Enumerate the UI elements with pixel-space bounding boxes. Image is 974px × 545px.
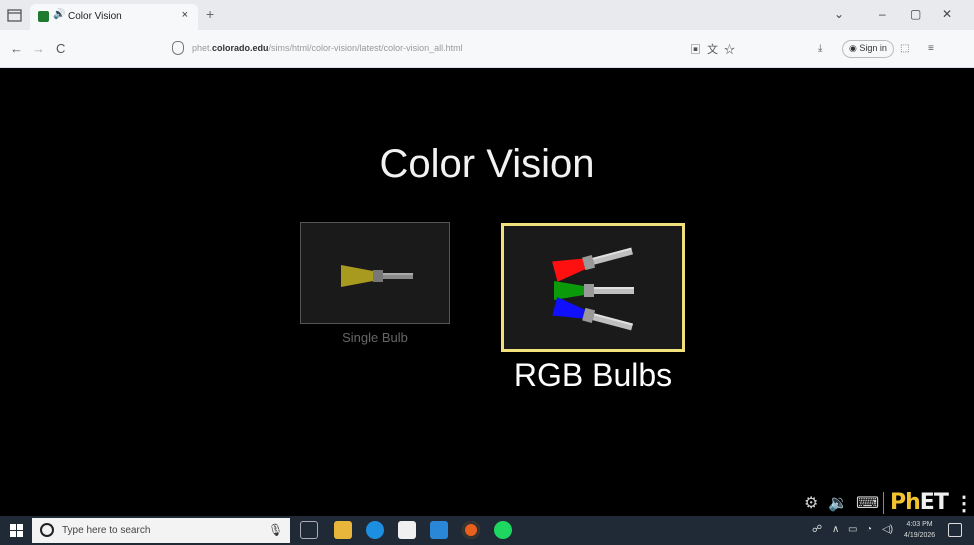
single-bulb-screen-button[interactable] xyxy=(300,222,450,324)
volume-icon[interactable]: ◁) xyxy=(882,524,893,535)
tab-title: Color Vision xyxy=(68,11,122,22)
windows-taskbar: Type here to search 🎙 ☍ ∧ ▭ ◔ ◁) 4:03 PM… xyxy=(0,516,974,545)
shield-icon[interactable] xyxy=(172,41,184,55)
search-placeholder: Type here to search xyxy=(62,525,151,536)
browser-tab-bar: 🔊 Color Vision × + ⌄ – ▢ ✕ xyxy=(0,0,974,30)
address-bar[interactable]: phet.colorado.edu/sims/html/color-vision… xyxy=(160,36,760,62)
rgb-bulbs-screen-button[interactable] xyxy=(501,223,685,352)
url-text[interactable]: phet.colorado.edu/sims/html/color-vision… xyxy=(192,43,463,53)
phet-menu-icon[interactable]: ⋮ xyxy=(954,491,974,516)
wifi-icon[interactable]: ◔ xyxy=(866,524,872,535)
firefox-icon[interactable] xyxy=(462,521,480,539)
sign-in-button[interactable]: ◉ Sign in xyxy=(842,40,894,58)
tab-list-icon[interactable]: ⌄ xyxy=(834,7,844,21)
browser-nav-bar: ← → C phet.colorado.edu/sims/html/color-… xyxy=(0,30,974,68)
browser-tab-color-vision[interactable]: 🔊 Color Vision × xyxy=(30,4,198,30)
task-view-icon[interactable] xyxy=(300,521,318,539)
minimize-button[interactable]: – xyxy=(879,7,886,21)
extensions-icon[interactable]: ⬚ xyxy=(900,43,909,54)
bookmark-star-icon[interactable]: ☆ xyxy=(724,44,741,56)
menu-icon[interactable]: ≡ xyxy=(928,43,934,54)
store-icon[interactable] xyxy=(398,521,416,539)
speaker-icon[interactable]: 🔊 xyxy=(53,9,65,20)
maximize-button[interactable]: ▢ xyxy=(910,7,921,21)
phet-favicon-icon xyxy=(38,11,49,22)
translate-icon[interactable]: 文 xyxy=(707,44,724,56)
chevron-up-icon[interactable]: ∧ xyxy=(832,524,839,535)
phet-logo[interactable]: PhET xyxy=(890,490,949,515)
battery-icon[interactable]: ▭ xyxy=(848,524,857,535)
tab-overview-icon[interactable] xyxy=(6,7,24,23)
spotify-icon[interactable] xyxy=(494,521,512,539)
rgb-bulbs-icon xyxy=(552,247,634,331)
single-bulb-label: Single Bulb xyxy=(342,330,408,345)
taskbar-clock[interactable]: 4:03 PM 4/19/2026 xyxy=(904,519,935,541)
simulation-area: Color Vision Single Bulb RGB Bulbs ⚙ 🔉 ⌨… xyxy=(0,68,974,516)
keyboard-icon[interactable]: ⌨ xyxy=(856,493,879,513)
windows-start-icon[interactable] xyxy=(10,524,23,537)
back-button[interactable]: ← xyxy=(10,41,23,56)
mic-icon[interactable]: 🎙 xyxy=(268,523,283,537)
mail-icon[interactable] xyxy=(430,521,448,539)
people-icon[interactable]: ☍ xyxy=(812,524,822,535)
taskbar-search-box[interactable]: Type here to search 🎙 xyxy=(32,518,290,543)
forward-button[interactable]: → xyxy=(32,41,45,56)
new-tab-button[interactable]: + xyxy=(206,6,214,22)
reload-button[interactable]: C xyxy=(56,41,65,56)
address-bar-icons: ▣文☆ xyxy=(690,41,741,57)
notification-center-icon[interactable] xyxy=(948,523,962,537)
download-icon[interactable]: ⤓ xyxy=(818,43,822,54)
file-explorer-icon[interactable] xyxy=(334,521,352,539)
reader-view-icon[interactable]: ▣ xyxy=(690,44,707,56)
close-window-button[interactable]: ✕ xyxy=(942,7,952,21)
single-bulb-icon xyxy=(341,265,413,287)
gear-icon[interactable]: ⚙ xyxy=(804,493,818,513)
sim-title: Color Vision xyxy=(379,142,595,186)
screen: 🔊 Color Vision × + ⌄ – ▢ ✕ ← → C phet.co… xyxy=(0,0,974,545)
search-icon xyxy=(40,523,54,537)
divider xyxy=(883,492,884,514)
rgb-bulbs-label: RGB Bulbs xyxy=(513,357,673,393)
audio-icon[interactable]: 🔉 xyxy=(828,493,848,513)
tab-close-icon[interactable]: × xyxy=(182,9,188,21)
edge-icon[interactable] xyxy=(366,521,384,539)
